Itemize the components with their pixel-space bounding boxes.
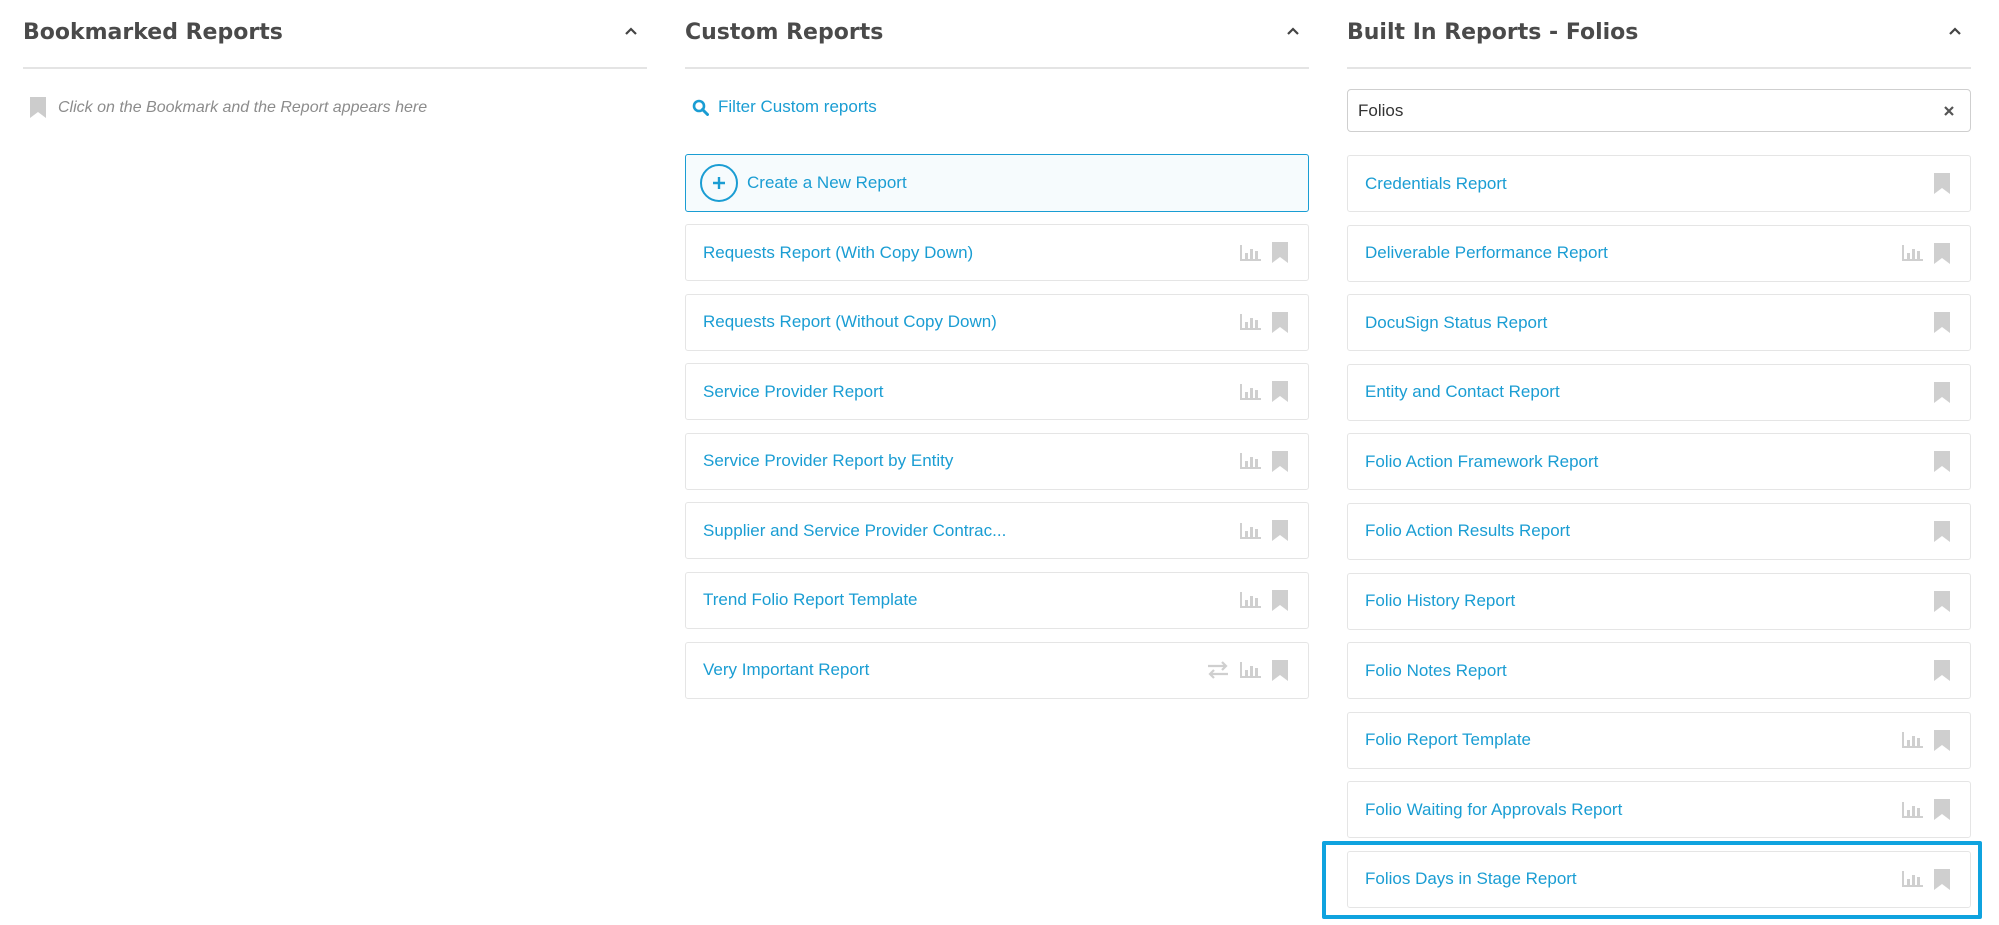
bookmark-icon[interactable] (1272, 659, 1288, 681)
chart-icon[interactable] (1902, 244, 1924, 262)
filter-link-label: Filter Custom reports (718, 97, 877, 116)
folio-filter-search (1347, 89, 1971, 132)
panel-title: Built In Reports - Folios (1347, 20, 1639, 45)
bookmark-icon[interactable] (1934, 520, 1950, 542)
chart-icon[interactable] (1240, 244, 1262, 262)
plus-icon (700, 164, 738, 202)
collapse-button[interactable] (1279, 17, 1307, 45)
report-link[interactable]: Folio Waiting for Approvals Report (1365, 800, 1622, 820)
report-link[interactable]: Entity and Contact Report (1365, 382, 1560, 402)
report-link[interactable]: Folios Days in Stage Report (1365, 869, 1577, 889)
report-link[interactable]: Trend Folio Report Template (703, 590, 918, 610)
clear-search-button[interactable] (1940, 102, 1958, 120)
bookmark-icon[interactable] (1272, 242, 1288, 263)
bookmark-icon[interactable] (1934, 660, 1950, 682)
report-item[interactable]: Service Provider Report (685, 363, 1309, 421)
create-report-label: Create a New Report (747, 173, 907, 192)
empty-bookmarks-hint: Click on the Bookmark and the Report app… (30, 97, 427, 118)
chevron-up-icon (1949, 26, 1961, 35)
chart-icon[interactable] (1240, 591, 1262, 609)
chart-icon[interactable] (1902, 801, 1924, 819)
collapse-button[interactable] (1941, 17, 1969, 45)
report-link[interactable]: Folio Report Template (1365, 730, 1531, 750)
bookmark-icon[interactable] (1934, 381, 1950, 403)
bookmark-icon[interactable] (1272, 381, 1288, 403)
report-link[interactable]: Service Provider Report by Entity (703, 451, 953, 471)
report-link[interactable]: Requests Report (With Copy Down) (703, 243, 973, 263)
panel-title: Bookmarked Reports (23, 20, 283, 45)
bookmarked-reports-panel: Bookmarked Reports Click on the Bookmark… (23, 0, 647, 118)
chart-icon[interactable] (1240, 452, 1262, 470)
custom-reports-panel: Custom Reports Filter Custom reports Cre… (685, 0, 1309, 699)
report-link[interactable]: Service Provider Report (703, 382, 883, 402)
create-new-report-button[interactable]: Create a New Report (685, 154, 1309, 212)
bookmark-icon[interactable] (1272, 450, 1288, 472)
bookmark-icon[interactable] (1934, 242, 1950, 264)
bookmark-icon[interactable] (1934, 173, 1950, 194)
custom-reports-list: Create a New Report Requests Report (Wit… (685, 154, 1309, 711)
report-item[interactable]: Folio Waiting for Approvals Report (1347, 781, 1971, 839)
report-item-highlighted[interactable]: Folios Days in Stage Report (1347, 850, 1971, 908)
report-item[interactable]: Folio Report Template (1347, 711, 1971, 769)
chart-icon[interactable] (1240, 383, 1262, 401)
built-in-reports-panel: Built In Reports - Folios Credentials Re… (1347, 0, 1971, 908)
bookmark-icon (30, 97, 46, 118)
report-item[interactable]: Entity and Contact Report (1347, 363, 1971, 421)
close-icon (1944, 105, 1954, 116)
report-item[interactable]: Trend Folio Report Template (685, 571, 1309, 629)
bookmark-icon[interactable] (1934, 590, 1950, 612)
panel-header: Bookmarked Reports (23, 0, 647, 69)
bookmark-icon[interactable] (1934, 312, 1950, 334)
report-link[interactable]: Folio Action Results Report (1365, 521, 1570, 541)
report-item[interactable]: Requests Report (Without Copy Down) (685, 293, 1309, 351)
report-item[interactable]: Folio Action Results Report (1347, 502, 1971, 560)
report-link[interactable]: Supplier and Service Provider Contrac... (703, 521, 1006, 541)
report-link[interactable]: Credentials Report (1365, 174, 1507, 194)
report-item[interactable]: DocuSign Status Report (1347, 294, 1971, 352)
bookmark-icon[interactable] (1934, 729, 1950, 751)
report-link[interactable]: Very Important Report (703, 660, 869, 680)
bookmark-icon[interactable] (1934, 451, 1950, 473)
report-item[interactable]: Folio Action Framework Report (1347, 433, 1971, 491)
empty-hint-text: Click on the Bookmark and the Report app… (58, 98, 428, 116)
search-input[interactable] (1358, 100, 1940, 121)
bookmark-icon[interactable] (1272, 311, 1288, 333)
report-item[interactable]: Folio Notes Report (1347, 642, 1971, 700)
filter-custom-reports-link[interactable]: Filter Custom reports (692, 97, 877, 117)
report-link[interactable]: Folio Notes Report (1365, 661, 1507, 681)
panel-title: Custom Reports (685, 20, 884, 45)
built-in-reports-list: Credentials Report Deliverable Performan… (1347, 155, 1971, 921)
report-item[interactable]: Supplier and Service Provider Contrac... (685, 502, 1309, 560)
swap-icon[interactable] (1206, 661, 1230, 679)
report-link[interactable]: DocuSign Status Report (1365, 313, 1547, 333)
chart-icon[interactable] (1240, 661, 1262, 679)
report-link[interactable]: Folio Action Framework Report (1365, 452, 1598, 472)
report-item[interactable]: Deliverable Performance Report (1347, 224, 1971, 282)
bookmark-icon[interactable] (1934, 868, 1950, 890)
chart-icon[interactable] (1902, 731, 1924, 749)
search-icon (692, 99, 709, 116)
report-item[interactable]: Requests Report (With Copy Down) (685, 224, 1309, 281)
report-link[interactable]: Folio History Report (1365, 591, 1515, 611)
report-link[interactable]: Deliverable Performance Report (1365, 243, 1608, 263)
chevron-up-icon (625, 26, 637, 35)
bookmark-icon[interactable] (1272, 520, 1288, 542)
collapse-button[interactable] (617, 17, 645, 45)
chart-icon[interactable] (1240, 313, 1262, 331)
report-item[interactable]: Service Provider Report by Entity (685, 432, 1309, 490)
report-item[interactable]: Folio History Report (1347, 572, 1971, 630)
report-item[interactable]: Very Important Report (685, 641, 1309, 699)
bookmark-icon[interactable] (1934, 799, 1950, 821)
panel-header: Custom Reports (685, 0, 1309, 69)
chart-icon[interactable] (1240, 522, 1262, 540)
bookmark-icon[interactable] (1272, 589, 1288, 611)
chart-icon[interactable] (1902, 870, 1924, 888)
report-item[interactable]: Credentials Report (1347, 155, 1971, 212)
report-link[interactable]: Requests Report (Without Copy Down) (703, 312, 997, 332)
chevron-up-icon (1287, 26, 1299, 35)
panel-header: Built In Reports - Folios (1347, 0, 1971, 69)
